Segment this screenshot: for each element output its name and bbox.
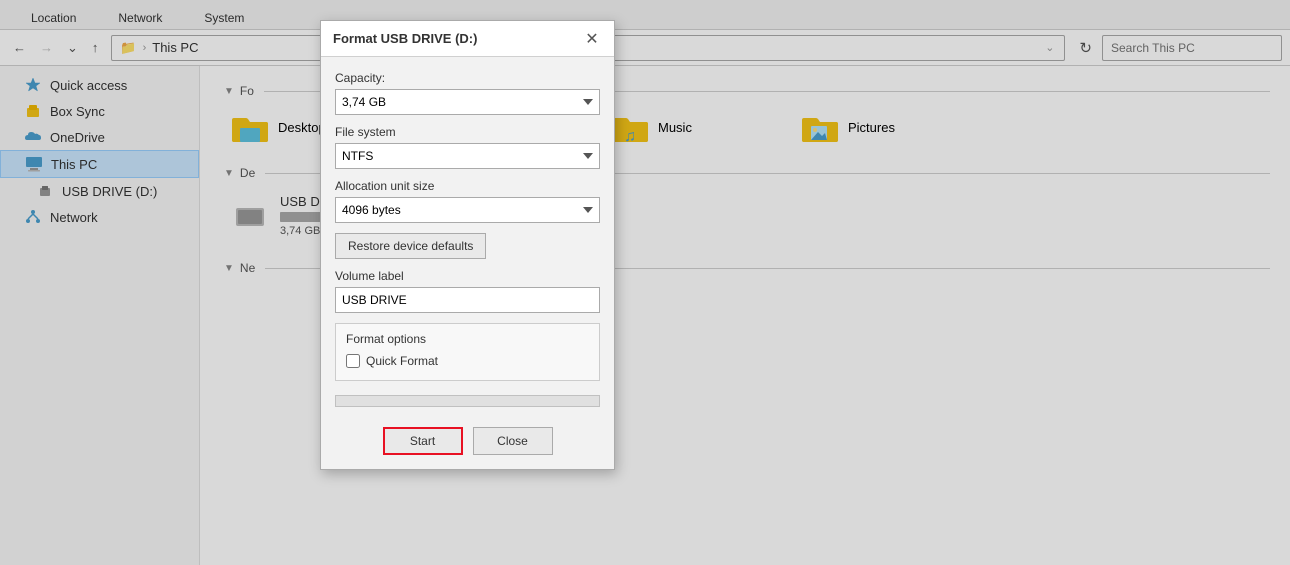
volume-label-group: Volume label <box>335 269 600 313</box>
quick-format-label: Quick Format <box>366 354 438 368</box>
start-button[interactable]: Start <box>383 427 463 455</box>
modal-close-button[interactable]: ✕ <box>582 29 602 49</box>
allocation-select[interactable]: 4096 bytes <box>335 197 600 223</box>
filesystem-group: File system NTFS <box>335 125 600 169</box>
filesystem-label: File system <box>335 125 600 139</box>
close-button[interactable]: Close <box>473 427 553 455</box>
modal-body: Capacity: 3,74 GB File system NTFS Alloc… <box>321 57 614 417</box>
capacity-select[interactable]: 3,74 GB <box>335 89 600 115</box>
format-options-section: Format options Quick Format <box>335 323 600 381</box>
capacity-label: Capacity: <box>335 71 600 85</box>
modal-title-bar: Format USB DRIVE (D:) ✕ <box>321 21 614 57</box>
quick-format-checkbox[interactable] <box>346 354 360 368</box>
restore-defaults-button[interactable]: Restore device defaults <box>335 233 486 259</box>
progress-bar-container <box>335 395 600 407</box>
capacity-group: Capacity: 3,74 GB <box>335 71 600 115</box>
volume-label-input[interactable] <box>335 287 600 313</box>
volume-label-label: Volume label <box>335 269 600 283</box>
modal-title: Format USB DRIVE (D:) <box>333 31 477 46</box>
format-options-title: Format options <box>346 332 589 346</box>
allocation-label: Allocation unit size <box>335 179 600 193</box>
quick-format-row: Quick Format <box>346 354 589 368</box>
explorer-window: Location Network System ← → ⌄ ↑ 📁 › This… <box>0 0 1290 565</box>
modal-footer: Start Close <box>321 417 614 469</box>
format-dialog: Format USB DRIVE (D:) ✕ Capacity: 3,74 G… <box>320 20 615 470</box>
allocation-group: Allocation unit size 4096 bytes <box>335 179 600 223</box>
modal-overlay: Format USB DRIVE (D:) ✕ Capacity: 3,74 G… <box>0 0 1290 565</box>
filesystem-select[interactable]: NTFS <box>335 143 600 169</box>
